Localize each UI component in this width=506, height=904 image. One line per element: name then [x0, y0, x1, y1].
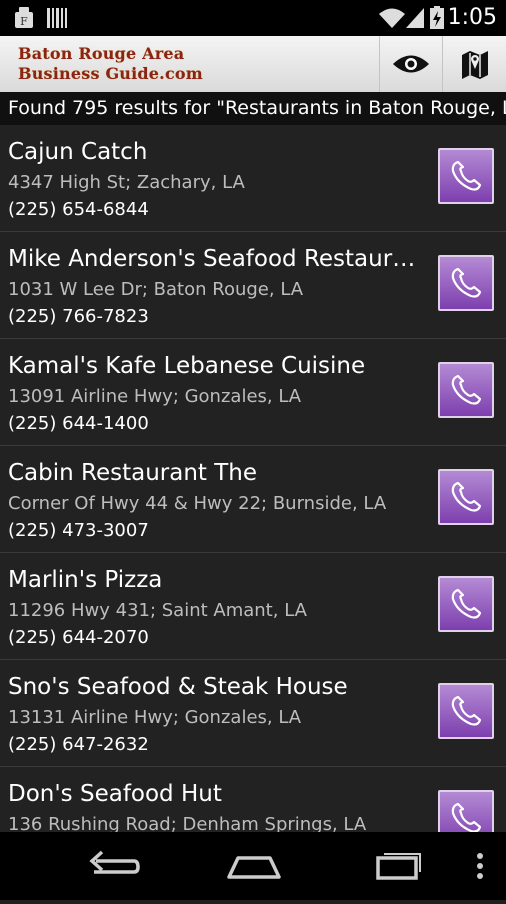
listing-address: 136 Rushing Road; Denham Springs, LA	[8, 814, 367, 832]
results-summary: Found 795 results for "Restaurants in Ba…	[0, 92, 506, 125]
home-icon	[227, 856, 281, 879]
phone-icon	[451, 802, 482, 832]
listing-name: Marlin's Pizza	[8, 567, 163, 593]
phone-icon	[451, 481, 482, 512]
listing-address: 13131 Airline Hwy; Gonzales, LA	[8, 707, 302, 728]
call-button[interactable]	[438, 148, 494, 204]
results-list[interactable]: Cajun Catch 4347 High St; Zachary, LA (2…	[0, 125, 506, 832]
app-logo: Baton Rouge Area Business Guide.com	[18, 44, 203, 84]
signal-icon	[404, 6, 426, 34]
list-item[interactable]: Cabin Restaurant The Corner Of Hwy 44 & …	[0, 446, 506, 553]
battery-charging-icon	[429, 6, 445, 34]
call-button[interactable]	[438, 683, 494, 739]
back-button[interactable]	[72, 832, 156, 900]
listing-name: Sno's Seafood & Steak House	[8, 674, 348, 700]
map-button[interactable]	[442, 36, 506, 92]
listing-address: 1031 W Lee Dr; Baton Rouge, LA	[8, 279, 304, 300]
list-item[interactable]: Sno's Seafood & Steak House 13131 Airlin…	[0, 660, 506, 767]
listing-phone: (225) 654-6844	[8, 199, 149, 220]
overflow-menu-icon	[477, 853, 483, 879]
listing-phone: (225) 473-3007	[8, 520, 149, 541]
phone-icon	[451, 588, 482, 619]
recent-apps-button[interactable]	[354, 832, 438, 900]
listing-address: 4347 High St; Zachary, LA	[8, 172, 245, 193]
overflow-menu-button[interactable]	[466, 832, 494, 900]
call-button[interactable]	[438, 576, 494, 632]
call-button[interactable]	[438, 255, 494, 311]
listing-phone: (225) 766-7823	[8, 306, 149, 327]
phone-icon	[451, 160, 482, 191]
listing-name: Cabin Restaurant The	[8, 460, 258, 486]
clock: 1:05	[447, 5, 497, 30]
listing-phone: (225) 644-2070	[8, 627, 149, 648]
back-icon	[89, 850, 140, 874]
list-item[interactable]: Don's Seafood Hut 136 Rushing Road; Denh…	[0, 767, 506, 832]
listing-name: Cajun Catch	[8, 139, 148, 165]
list-item[interactable]: Marlin's Pizza 11296 Hwy 431; Saint Aman…	[0, 553, 506, 660]
list-item[interactable]: Mike Anderson's Seafood Restaurant & Oys…	[0, 232, 506, 339]
map-icon	[462, 51, 488, 79]
status-bar: F 1:05	[0, 0, 506, 36]
listing-address: 13091 Airline Hwy; Gonzales, LA	[8, 386, 302, 407]
call-button[interactable]	[438, 790, 494, 832]
call-button[interactable]	[438, 469, 494, 525]
wifi-icon	[378, 6, 406, 34]
listing-phone: (225) 644-1400	[8, 413, 149, 434]
svg-text:F: F	[20, 15, 28, 28]
home-button[interactable]	[212, 832, 296, 900]
listing-phone: (225) 647-2632	[8, 734, 149, 755]
listing-name: Kamal's Kafe Lebanese Cuisine	[8, 353, 366, 379]
list-item[interactable]: Kamal's Kafe Lebanese Cuisine 13091 Airl…	[0, 339, 506, 446]
call-button[interactable]	[438, 362, 494, 418]
navigation-bar	[0, 832, 506, 900]
notification-app-icon: F	[12, 6, 36, 34]
recent-apps-icon	[376, 853, 421, 880]
app-header: Baton Rouge Area Business Guide.com	[0, 36, 506, 93]
listing-name: Mike Anderson's Seafood Restaurant & Oys…	[8, 246, 418, 272]
phone-icon	[451, 267, 482, 298]
list-item[interactable]: Cajun Catch 4347 High St; Zachary, LA (2…	[0, 125, 506, 232]
logo-line-1: Baton Rouge Area	[18, 44, 185, 63]
barcode-icon	[46, 6, 68, 34]
eye-icon	[393, 55, 429, 73]
listing-name: Don's Seafood Hut	[8, 781, 222, 807]
phone-icon	[451, 374, 482, 405]
logo-line-2: Business Guide.com	[18, 64, 203, 83]
listing-address: 11296 Hwy 431; Saint Amant, LA	[8, 600, 307, 621]
phone-icon	[451, 695, 482, 726]
view-button[interactable]	[379, 36, 442, 92]
listing-address: Corner Of Hwy 44 & Hwy 22; Burnside, LA	[8, 493, 387, 514]
